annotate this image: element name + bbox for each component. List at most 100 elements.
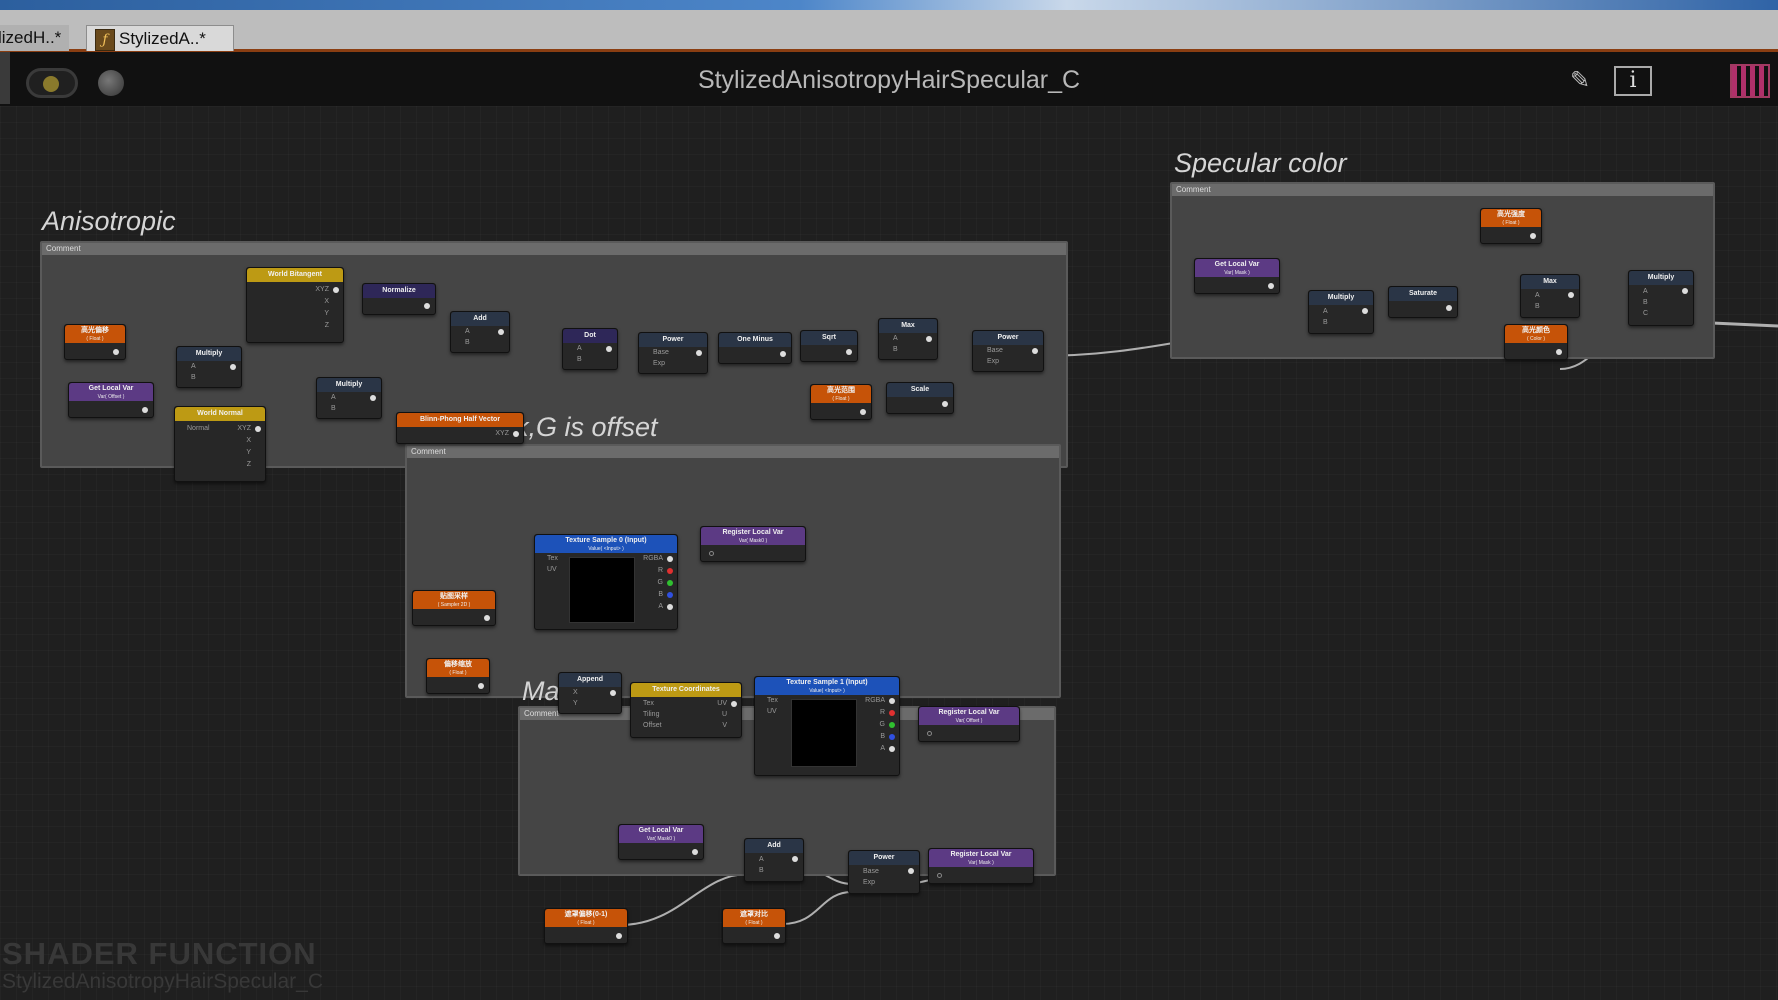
node-power[interactable]: Power Base Exp — [848, 850, 920, 894]
output-pin-uv[interactable] — [731, 701, 737, 707]
node-title: Power — [639, 333, 707, 347]
output-pin-g[interactable] — [667, 580, 673, 586]
node-scale[interactable]: Scale — [886, 382, 954, 414]
output-pin[interactable] — [780, 351, 786, 357]
node-register-local-var-mask[interactable]: Register Local Var Var( Mask ) — [928, 848, 1034, 884]
output-pin-r[interactable] — [889, 710, 895, 716]
output-pin[interactable] — [424, 303, 430, 309]
node-get-local-var-mask0[interactable]: Get Local Var Var( Mask0 ) — [618, 824, 704, 860]
node-title-text: Get Local Var — [88, 385, 134, 392]
output-pin[interactable] — [1682, 288, 1688, 294]
output-pin[interactable] — [942, 401, 948, 407]
node-input-mask-contrast[interactable]: 遮罩对比 ( Float ) — [722, 908, 786, 944]
node-multiply[interactable]: Multiply A B — [1308, 290, 1374, 334]
output-pin-xyz[interactable] — [333, 287, 339, 293]
node-multiply[interactable]: Multiply A B C — [1628, 270, 1694, 326]
output-pin[interactable] — [860, 409, 866, 415]
output-pin-r[interactable] — [667, 568, 673, 574]
node-dot[interactable]: Dot A B — [562, 328, 618, 370]
node-register-local-var-mask0[interactable]: Register Local Var Var( Mask0 ) — [700, 526, 806, 562]
node-max[interactable]: Max A B — [878, 318, 938, 360]
node-one-minus[interactable]: One Minus — [718, 332, 792, 364]
node-input-sampler[interactable]: 贴图采样 ( Sampler 2D ) — [412, 590, 496, 626]
output-pin-a[interactable] — [667, 604, 673, 610]
pin-label: Exp — [863, 879, 876, 886]
node-title-text: 遮罩偏移(0-1) — [564, 911, 608, 918]
node-input-specular-color[interactable]: 高光颜色 ( Color ) — [1504, 324, 1568, 360]
node-texture-sample-0[interactable]: Texture Sample 0 (Input) Value( <Input> )… — [534, 534, 678, 630]
node-input-specular-intensity[interactable]: 高光强度 ( Float ) — [1480, 208, 1542, 244]
comment-mask-offset[interactable]: Comment — [405, 444, 1061, 698]
output-pin-rgba[interactable] — [889, 698, 895, 704]
node-saturate[interactable]: Saturate — [1388, 286, 1458, 318]
output-pin[interactable] — [1530, 233, 1536, 239]
node-add[interactable]: Add A B — [744, 838, 804, 882]
input-pin[interactable] — [709, 551, 714, 556]
node-input-mask-offset[interactable]: 遮罩偏移(0-1) ( Float ) — [544, 908, 628, 944]
output-pin[interactable] — [370, 395, 376, 401]
node-multiply[interactable]: Multiply A B — [176, 346, 242, 388]
output-pin-rgba[interactable] — [667, 556, 673, 562]
pin-label: X — [324, 298, 329, 305]
tab-stylizedh[interactable]: lizedH..* — [0, 25, 70, 51]
output-pin[interactable] — [142, 407, 148, 413]
node-add[interactable]: Add A B — [450, 311, 510, 353]
node-graph-canvas[interactable]: Anisotropic Comment Specular color Comme… — [0, 106, 1778, 1000]
output-pin[interactable] — [255, 426, 261, 432]
output-pin[interactable] — [498, 329, 504, 335]
output-pin[interactable] — [1362, 308, 1368, 314]
input-pin[interactable] — [937, 873, 942, 878]
output-pin[interactable] — [692, 849, 698, 855]
output-pin-b[interactable] — [889, 734, 895, 740]
node-power[interactable]: Power Base Exp — [638, 332, 708, 374]
pin-label: Offset — [643, 722, 662, 729]
output-pin-a[interactable] — [889, 746, 895, 752]
output-pin[interactable] — [1556, 349, 1562, 355]
info-button[interactable]: i — [1614, 66, 1652, 96]
output-pin[interactable] — [1032, 348, 1038, 354]
node-register-local-var-offset[interactable]: Register Local Var Var( Offset ) — [918, 706, 1020, 742]
node-texture-coordinates[interactable]: Texture Coordinates Tex Tiling Offset UV… — [630, 682, 742, 738]
node-title: Power — [849, 851, 919, 865]
output-pin-b[interactable] — [667, 592, 673, 598]
node-get-local-var-mask[interactable]: Get Local Var Var( Mask ) — [1194, 258, 1280, 294]
output-pin[interactable] — [610, 690, 616, 696]
output-pin[interactable] — [230, 364, 236, 370]
output-pin[interactable] — [774, 933, 780, 939]
output-pin[interactable] — [926, 336, 932, 342]
node-max[interactable]: Max A B — [1520, 274, 1580, 318]
output-pin[interactable] — [792, 856, 798, 862]
tab-stylizeda-active[interactable]: ƒ StylizedA..* — [86, 25, 234, 51]
node-title: Blinn-Phong Half Vector — [397, 413, 523, 427]
node-input-range[interactable]: 高光范围 ( Float ) — [810, 384, 872, 420]
input-pin[interactable] — [927, 731, 932, 736]
node-world-normal[interactable]: World Normal Normal XYZ X Y Z — [174, 406, 266, 482]
output-pin[interactable] — [478, 683, 484, 689]
node-multiply[interactable]: Multiply A B — [316, 377, 382, 419]
output-pin[interactable] — [513, 431, 519, 437]
grid-icon[interactable] — [1730, 64, 1770, 98]
output-pin[interactable] — [1568, 292, 1574, 298]
output-pin[interactable] — [908, 868, 914, 874]
node-blinn-phong-half-vector[interactable]: Blinn-Phong Half Vector XYZ — [396, 412, 524, 444]
node-sqrt[interactable]: Sqrt — [800, 330, 858, 362]
output-pin[interactable] — [616, 933, 622, 939]
node-power[interactable]: Power Base Exp — [972, 330, 1044, 372]
output-pin[interactable] — [846, 349, 852, 355]
node-normalize[interactable]: Normalize — [362, 283, 436, 315]
output-pin[interactable] — [606, 346, 612, 352]
node-append[interactable]: Append X Y — [558, 672, 622, 714]
output-pin[interactable] — [113, 349, 119, 355]
node-input-offset-scale[interactable]: 偏移缩放 ( Float ) — [426, 658, 490, 694]
node-get-local-var-offset[interactable]: Get Local Var Var( Offset ) — [68, 382, 154, 418]
output-pin-g[interactable] — [889, 722, 895, 728]
node-input-offset[interactable]: 高光偏移 ( Float ) — [64, 324, 126, 360]
output-pin[interactable] — [1446, 305, 1452, 311]
node-world-bitangent[interactable]: World Bitangent XYZ X Y Z — [246, 267, 344, 343]
output-pin[interactable] — [696, 350, 702, 356]
broom-icon[interactable]: ✎ — [1566, 66, 1594, 96]
output-pin[interactable] — [484, 615, 490, 621]
node-texture-sample-1[interactable]: Texture Sample 1 (Input) Value( <Input> )… — [754, 676, 900, 776]
comment-title-specular: Specular color — [1174, 148, 1347, 178]
output-pin[interactable] — [1268, 283, 1274, 289]
